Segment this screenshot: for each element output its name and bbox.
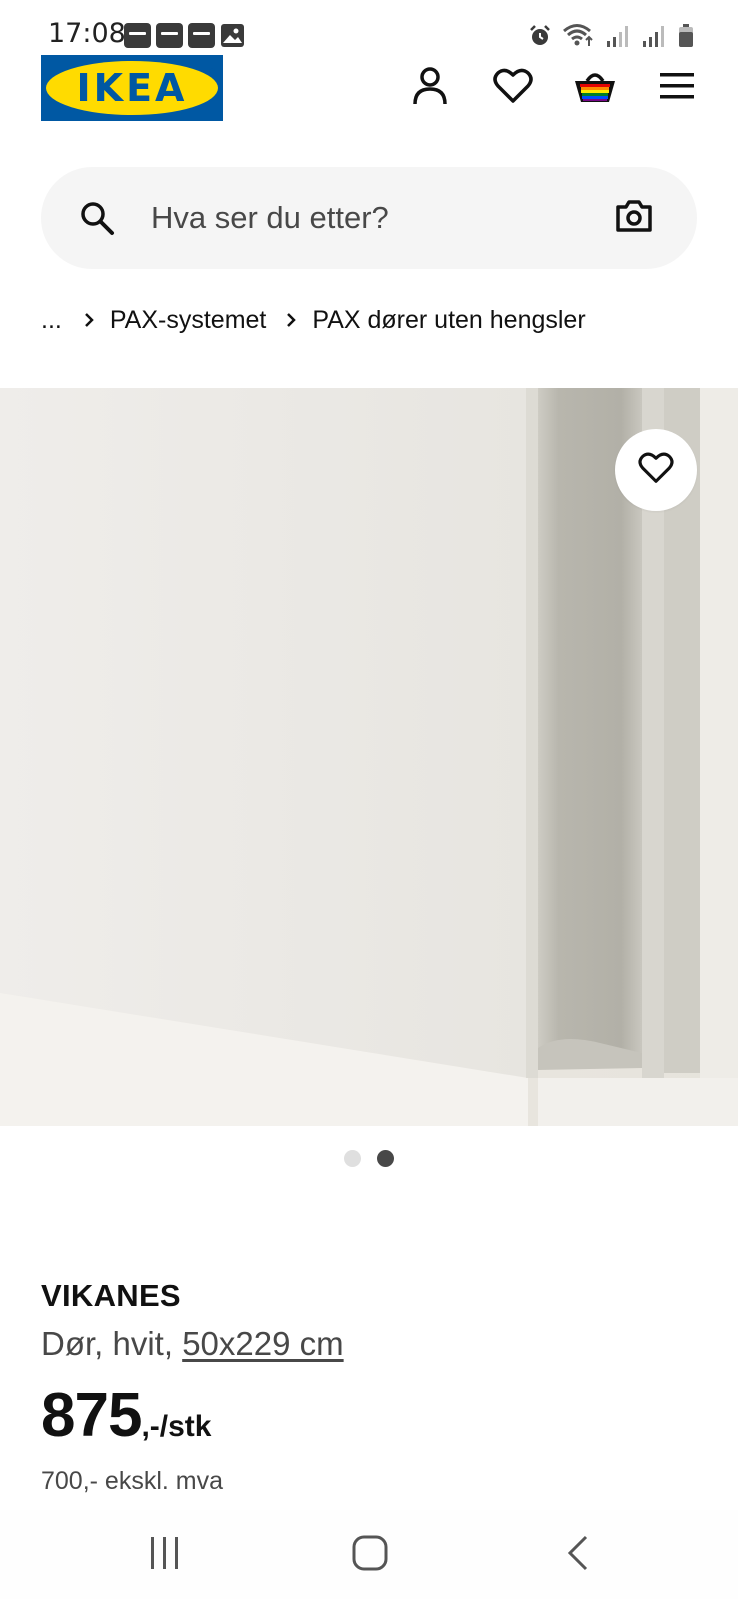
status-bar: 17:08 [0,0,738,60]
product-image-gallery[interactable] [0,388,738,1126]
favourites-button[interactable] [488,63,538,113]
account-button[interactable] [405,63,455,113]
kia-connect-icon [188,23,215,48]
breadcrumb-link-pax-systemet[interactable]: PAX-systemet [110,306,267,335]
wifi-icon [562,22,596,53]
search-icon[interactable] [79,200,115,241]
back-icon [566,1534,590,1577]
recent-apps-button[interactable] [135,1530,195,1580]
breadcrumb: ... PAX-systemet PAX dører uten hengsler [41,300,606,340]
logo-text: IKEA [76,66,188,110]
price-suffix: ,-/stk [141,1410,212,1443]
menu-button[interactable] [652,63,702,113]
notification-icons [124,23,245,53]
product-size-link[interactable]: 50x229 cm [182,1325,343,1362]
account-icon [411,66,449,111]
ikea-logo[interactable]: IKEA ® [41,55,223,121]
heart-icon [638,452,674,489]
site-header: IKEA ® [0,55,738,125]
kia-connect-icon [124,23,151,48]
gallery-dot-active[interactable] [377,1150,394,1167]
product-price: 875 ,-/stk [41,1380,211,1451]
search-input[interactable] [151,192,571,244]
status-time: 17:08 [48,18,126,49]
price-excluding-vat: 700,- ekskl. mva [41,1467,224,1495]
product-description: Dør, hvit, 50x229 cm [41,1325,344,1363]
back-button[interactable] [548,1530,608,1580]
logo-registered-mark: ® [209,67,215,76]
menu-icon [659,71,695,106]
chevron-right-icon [286,312,297,328]
signal-icon [642,24,668,53]
system-status-icons [528,22,694,53]
gallery-pagination [0,1150,738,1167]
price-integer: 875 [41,1381,142,1450]
search-bar[interactable] [41,167,697,269]
add-to-favourites-button[interactable] [615,429,697,511]
basket-icon [573,67,617,110]
kia-connect-icon [156,23,183,48]
image-icon [220,23,245,53]
signal-icon [606,24,632,53]
heart-icon [493,68,533,109]
breadcrumb-link-pax-dorer[interactable]: PAX dører uten hengsler [312,306,585,335]
product-name: VIKANES [41,1278,181,1313]
chevron-right-icon [84,312,94,328]
recent-apps-icon [148,1535,182,1576]
gallery-dot[interactable] [344,1150,361,1167]
home-button[interactable] [340,1530,400,1580]
home-icon [351,1534,389,1577]
product-description-text: Dør, hvit, [41,1325,183,1362]
battery-icon [678,24,694,53]
alarm-icon [528,24,552,53]
breadcrumb-ellipsis[interactable]: ... [41,306,62,335]
camera-icon[interactable] [615,198,653,239]
basket-button[interactable] [570,63,620,113]
system-navigation-bar [0,1510,738,1599]
